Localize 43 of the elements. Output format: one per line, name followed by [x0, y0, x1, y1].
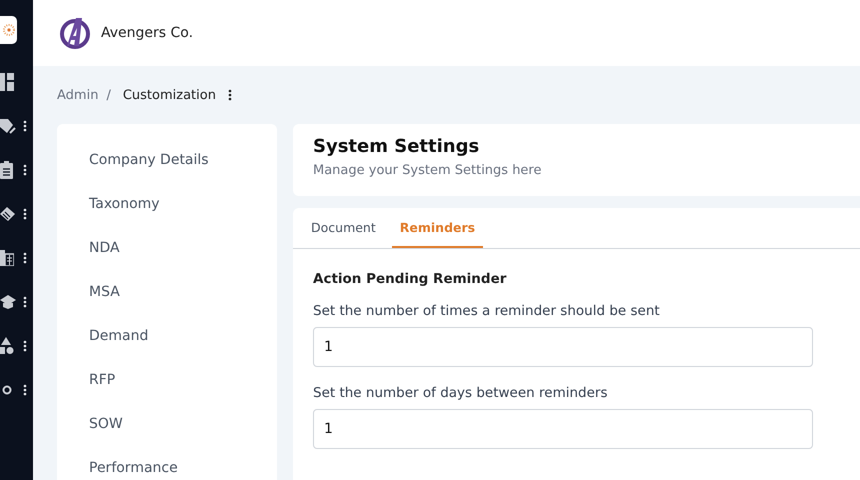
breadcrumb-link[interactable]: Admin: [57, 88, 98, 102]
brand-logo-icon: [59, 16, 91, 50]
nav-button[interactable]: [0, 250, 16, 266]
field-label: Set the number of days between reminders: [313, 385, 608, 401]
kebab-menu-icon[interactable]: [23, 384, 27, 396]
nav-button[interactable]: [0, 161, 16, 179]
settings-menu-item[interactable]: MSA: [89, 272, 277, 316]
kebab-menu-icon[interactable]: [23, 340, 27, 352]
graduation-cap-icon: [0, 295, 16, 309]
input-field[interactable]: 1: [313, 327, 813, 367]
settings-menu-item[interactable]: Company Details: [89, 140, 277, 184]
tag-icon: [0, 117, 16, 135]
settings-menu-item[interactable]: Demand: [89, 316, 277, 360]
breadcrumb-separator: /: [106, 88, 111, 102]
kebab-menu-icon[interactable]: [23, 296, 27, 308]
settings-menu-item[interactable]: RFP: [89, 360, 277, 404]
person-icon: [0, 385, 14, 395]
page-subtitle: Manage your System Settings here: [313, 163, 542, 178]
settings-menu-item[interactable]: SOW: [89, 404, 277, 448]
settings-menu-item[interactable]: NDA: [89, 228, 277, 272]
breadcrumb-current: Customization: [122, 88, 216, 102]
nav-button[interactable]: [0, 295, 16, 309]
section-title: Action Pending Reminder: [313, 271, 508, 287]
building-icon: [0, 250, 14, 266]
nav-button[interactable]: [0, 337, 16, 355]
company-name: Avengers Co.: [101, 25, 194, 41]
input-field[interactable]: 1: [313, 409, 813, 449]
settings-menu-item[interactable]: Taxonomy: [89, 184, 277, 228]
nav-button[interactable]: [0, 206, 16, 222]
field-label: Set the number of times a reminder should be sent: [313, 303, 661, 319]
kebab-menu-icon[interactable]: [23, 252, 27, 264]
kebab-menu-icon[interactable]: [228, 89, 232, 101]
shapes-icon: [0, 337, 14, 355]
nav-button[interactable]: [0, 117, 16, 135]
page-title: System Settings: [313, 136, 480, 157]
kebab-menu-icon[interactable]: [23, 164, 27, 176]
settings-menu-item[interactable]: Performance: [89, 448, 277, 480]
kebab-menu-icon[interactable]: [23, 120, 27, 132]
tab[interactable]: Document: [303, 208, 384, 248]
nav-button[interactable]: [0, 73, 16, 91]
dashboard-icon: [0, 73, 14, 91]
app-logo[interactable]: [0, 16, 17, 44]
kebab-menu-icon[interactable]: [23, 208, 27, 220]
